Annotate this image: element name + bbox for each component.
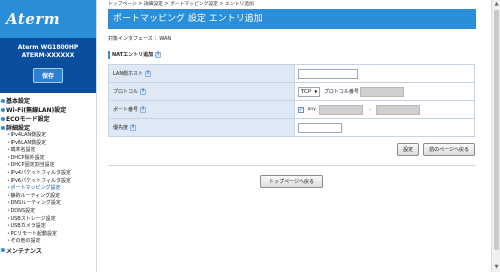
protocol-number-input	[360, 86, 405, 97]
sidebar: Aterm Aterm WG1800HP ATERM-XXXXXX 保存 基本設…	[0, 0, 97, 272]
help-icon[interactable]: ?	[140, 88, 147, 95]
field-value-cell	[294, 118, 475, 137]
sidebar-menu: 基本設定 Wi-Fi(無線LAN)設定 ECOモード設定 詳細設定 •IPv4L…	[0, 93, 96, 255]
breadcrumb[interactable]: トップページ > 詳細設定 > ポートマッピング設定 > エントリ追加	[108, 0, 480, 9]
sidebar-item-label: IPv4LAN側設定	[10, 132, 47, 138]
sidebar-item-dns-routing[interactable]: •DNSルーティング設定	[0, 200, 96, 208]
check-icon: ✓	[298, 106, 304, 113]
field-value-cell: TCP ▼ プロトコル番号	[294, 82, 475, 101]
circle-bullet-icon	[1, 98, 5, 103]
sidebar-item-label: USBストレージ設定	[10, 215, 56, 222]
port-end-input	[376, 104, 421, 115]
section-header-nat-entry: NATエントリ追加 ?	[108, 51, 480, 59]
field-label-cell: ポート番号 ?	[108, 100, 295, 119]
menu-section-label: 詳細設定	[6, 125, 31, 132]
help-icon[interactable]: ?	[140, 106, 147, 113]
menu-section-basic[interactable]: 基本設定	[0, 96, 96, 105]
sidebar-item-other[interactable]: •その他の設定	[0, 238, 96, 246]
priority-label: 優先度	[113, 125, 129, 131]
protocol-select[interactable]: TCP ▼	[298, 86, 321, 97]
sidebar-item-label: PCリモート起動設定	[10, 230, 57, 237]
form-row-port: ポート番号 ? ✓ any -	[108, 100, 475, 119]
page-title: ポートマッピング 設定 エントリ追加	[108, 9, 476, 29]
sidebar-item-label: DHCP除外設定	[10, 154, 45, 161]
nat-entry-form: LAN側ホスト ? プロトコル ? TCP ▼ プロトコル番号 ポート番号 ? …	[108, 64, 475, 137]
sidebar-item-label: IPv6LAN側設定	[10, 139, 47, 146]
menu-section-label: Wi-Fi(無線LAN)設定	[6, 107, 67, 114]
help-icon[interactable]: ?	[155, 52, 162, 58]
circle-bullet-icon	[1, 125, 5, 130]
sidebar-item-label: DHCP固定割当設定	[10, 162, 55, 169]
top-page-button[interactable]: トップページへ戻る	[260, 175, 323, 188]
sidebar-item-label: ポートマッピング設定	[10, 185, 61, 192]
sidebar-item-usb-camera[interactable]: •USBカメラ設定	[0, 223, 96, 231]
menu-section-label: 基本設定	[6, 98, 31, 105]
field-value-cell: ✓ any -	[294, 100, 475, 119]
field-label-cell: プロトコル ?	[108, 82, 295, 101]
field-value-cell	[294, 64, 475, 83]
lan-host-label: LAN側ホスト	[113, 71, 144, 77]
port-label: ポート番号	[113, 107, 139, 113]
sidebar-item-dhcp-fixed[interactable]: •DHCP固定割当設定	[0, 162, 96, 170]
protocol-selected-value: TCP	[301, 88, 312, 95]
sidebar-item-label: 静的ルーティング設定	[10, 192, 61, 199]
sidebar-item-ipv4-lan[interactable]: •IPv4LAN側設定	[0, 132, 96, 140]
help-icon[interactable]: ?	[130, 124, 137, 131]
menu-section-label: メンテナンス	[6, 247, 42, 255]
device-info-panel: Aterm WG1800HP ATERM-XXXXXX 保存	[0, 38, 96, 93]
form-row-protocol: プロトコル ? TCP ▼ プロトコル番号	[108, 82, 475, 101]
sidebar-item-usb-storage[interactable]: •USBストレージ設定	[0, 216, 96, 224]
sidebar-item-label: USBカメラ設定	[10, 223, 46, 230]
port-range-separator: -	[369, 106, 371, 113]
protocol-number-label: プロトコル番号	[323, 89, 359, 95]
lan-host-input[interactable]	[298, 68, 358, 79]
sidebar-item-label: 端末名設定	[10, 147, 36, 154]
port-start-input	[319, 104, 364, 115]
port-any-checkbox[interactable]: ✓	[298, 106, 304, 113]
target-interface-text: 対象インタフェース ：WAN	[108, 36, 172, 42]
scroll-up-arrow-icon[interactable]: ▲	[493, 1, 500, 8]
circle-bullet-icon	[1, 248, 5, 253]
sidebar-item-label: DNSルーティング設定	[10, 200, 61, 207]
menu-section-maintenance[interactable]: メンテナンス	[0, 246, 96, 255]
top-page-button-row: トップページへ戻る	[108, 175, 475, 188]
help-icon[interactable]: ?	[145, 70, 152, 77]
main-content: トップページ > 詳細設定 > ポートマッピング設定 > エントリ追加 ポートマ…	[108, 0, 480, 272]
sidebar-item-port-mapping[interactable]: •ポートマッピング設定	[0, 185, 96, 193]
priority-input[interactable]	[298, 122, 342, 133]
menu-section-wifi[interactable]: Wi-Fi(無線LAN)設定	[0, 105, 96, 114]
protocol-label: プロトコル	[113, 89, 139, 95]
divider	[108, 165, 475, 166]
logo-area: Aterm	[0, 0, 96, 38]
aterm-logo: Aterm	[6, 10, 61, 28]
save-button[interactable]: 保存	[32, 68, 63, 83]
section-header-label: NATエントリ追加	[112, 52, 154, 58]
scrollbar-thumb[interactable]	[494, 10, 499, 250]
form-row-priority: 優先度 ?	[108, 118, 475, 137]
menu-section-eco[interactable]: ECOモード設定	[0, 114, 96, 123]
scroll-down-arrow-icon[interactable]: ▼	[493, 264, 500, 271]
set-button[interactable]: 設定	[397, 143, 420, 156]
port-any-label: any	[307, 107, 316, 112]
back-button[interactable]: 前のページへ戻る	[423, 143, 475, 156]
chevron-down-icon: ▼	[314, 89, 318, 94]
menu-section-label: ECOモード設定	[6, 116, 50, 123]
sidebar-item-label: その他の設定	[10, 238, 41, 245]
field-label-cell: LAN側ホスト ?	[108, 64, 295, 83]
device-model: Aterm WG1800HP	[17, 44, 79, 51]
circle-bullet-icon	[1, 107, 5, 112]
circle-bullet-icon	[1, 116, 5, 121]
sidebar-item-ipv4-filter[interactable]: •IPv4パケットフィルタ設定	[0, 170, 96, 178]
menu-section-detail[interactable]: 詳細設定	[0, 123, 96, 132]
sidebar-item-label: IPv6パケットフィルタ設定	[10, 177, 71, 184]
vertical-scrollbar[interactable]: ▲ ▼	[491, 0, 500, 272]
sidebar-item-label: DDNS設定	[10, 207, 36, 214]
form-button-row: 設定 前のページへ戻る	[108, 143, 475, 156]
sidebar-item-hostname[interactable]: •端末名設定	[0, 147, 96, 155]
sidebar-item-ddns[interactable]: •DDNS設定	[0, 208, 96, 216]
sidebar-item-label: IPv4パケットフィルタ設定	[10, 169, 71, 176]
device-id: ATERM-XXXXXX	[21, 52, 75, 59]
field-label-cell: 優先度 ?	[108, 118, 295, 137]
form-row-lan-host: LAN側ホスト ?	[108, 64, 475, 83]
